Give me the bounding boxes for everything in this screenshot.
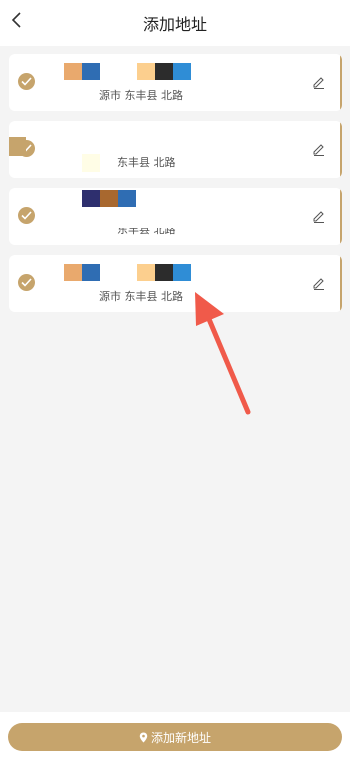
page-title: 添加地址 <box>142 15 207 34</box>
edit-icon[interactable] <box>312 277 326 291</box>
redaction-block <box>82 154 100 172</box>
header-bar: 添加地址 <box>0 0 350 46</box>
check-icon[interactable] <box>18 274 35 291</box>
edit-icon[interactable] <box>312 76 326 90</box>
address-card[interactable]: 源市 东丰县 北路 <box>9 255 342 312</box>
add-new-address-button[interactable]: 添加新地址 <box>8 723 342 751</box>
redaction-block <box>137 63 191 80</box>
annotation-arrow-icon <box>195 292 251 415</box>
add-new-address-label: 添加新地址 <box>150 730 211 745</box>
address-card[interactable]: 源市 东丰县 北路 <box>9 54 342 111</box>
address-text: 源市 东丰县 北路 <box>99 290 183 303</box>
check-icon[interactable] <box>18 73 35 90</box>
address-card[interactable]: 东丰县 北路 <box>9 188 342 245</box>
redaction-block <box>9 137 26 156</box>
bottom-bar: 添加新地址 <box>0 712 350 758</box>
edit-icon[interactable] <box>312 210 326 224</box>
edit-icon[interactable] <box>312 143 326 157</box>
redaction-block <box>64 264 100 281</box>
redaction-block <box>64 63 100 80</box>
location-pin-icon <box>139 732 148 742</box>
address-text: 东丰县 北路 <box>117 156 176 169</box>
redaction-block <box>137 264 191 281</box>
check-icon[interactable] <box>18 207 35 224</box>
address-card[interactable]: 东丰县 北路 <box>9 121 342 178</box>
redaction-block <box>82 190 136 207</box>
address-text: 源市 东丰县 北路 <box>99 89 183 102</box>
